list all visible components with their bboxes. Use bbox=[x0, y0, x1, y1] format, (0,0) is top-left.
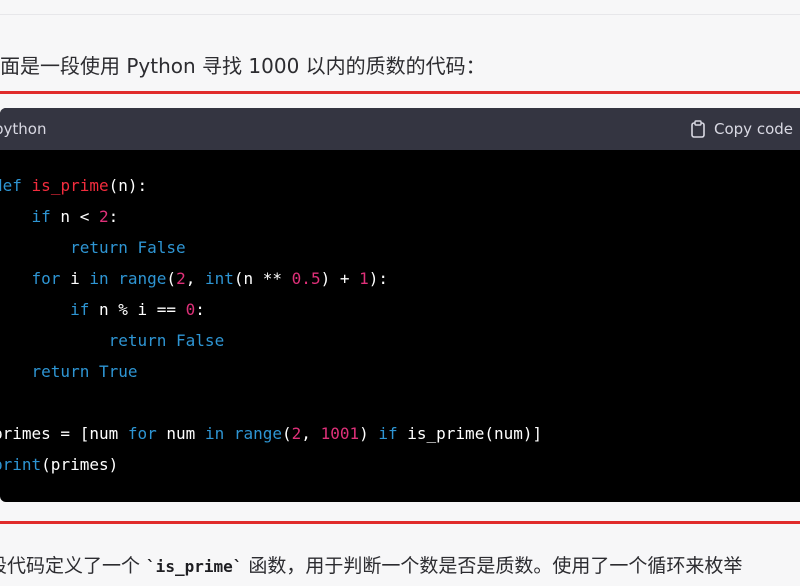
code-token: (primes) bbox=[41, 455, 119, 474]
code-token: 0 bbox=[185, 300, 196, 319]
code-token: ): bbox=[368, 269, 389, 288]
code-token: 1001 bbox=[320, 424, 360, 443]
explanation-text: 段代码定义了一个 `is_prime` 函数，用于判断一个数是否是质数。使用了一… bbox=[0, 551, 742, 582]
code-token: i bbox=[60, 269, 90, 288]
explanation-text-end: 函数，用于判断一个数是否是质数。使用了一个循环来枚举 bbox=[242, 555, 743, 577]
code-token: range bbox=[233, 424, 283, 443]
code-token: n % i == bbox=[89, 300, 186, 319]
code-token: for bbox=[31, 269, 61, 288]
explanation-text-start: 段代码定义了一个 bbox=[0, 555, 147, 577]
code-line: for i in range(2, int(n ** 0.5) + 1): bbox=[0, 263, 388, 294]
code-token: , bbox=[185, 269, 205, 288]
code-token: primes = [num bbox=[0, 424, 128, 443]
code-token: int bbox=[204, 269, 234, 288]
code-block: python Copy code def is_prime(n): if n <… bbox=[0, 108, 800, 502]
code-token: 2 bbox=[176, 269, 186, 288]
code-token: : bbox=[108, 207, 119, 226]
code-token: , bbox=[301, 424, 321, 443]
code-line: print(primes) bbox=[0, 449, 118, 480]
code-token: is_prime(num)] bbox=[397, 424, 543, 443]
code-token: 1 bbox=[359, 269, 369, 288]
code-token: in bbox=[89, 269, 109, 288]
highlight-rule-bottom bbox=[0, 521, 800, 524]
code-token: (n ** bbox=[233, 269, 292, 288]
code-token: 2 bbox=[98, 207, 109, 226]
code-token: ( bbox=[166, 269, 177, 288]
copy-code-label: Copy code bbox=[714, 120, 793, 138]
code-token: return bbox=[70, 238, 128, 257]
code-line: return False bbox=[0, 325, 225, 356]
code-token: : bbox=[195, 300, 205, 319]
code-token: in bbox=[204, 424, 225, 443]
inline-code: `is_prime` bbox=[146, 557, 243, 576]
code-token: if bbox=[378, 424, 398, 443]
copy-code-button[interactable]: Copy code bbox=[690, 117, 793, 141]
code-line: if n % i == 0: bbox=[0, 294, 205, 325]
code-token: False bbox=[176, 331, 225, 350]
code-token: True bbox=[98, 362, 138, 381]
code-token: ) + bbox=[320, 269, 360, 288]
intro-text: 面是一段使用 Python 寻找 1000 以内的质数的代码： bbox=[0, 54, 486, 78]
code-line: return False bbox=[0, 232, 186, 263]
code-token: ) bbox=[359, 424, 379, 443]
code-token: def bbox=[0, 176, 22, 195]
code-token: 0.5 bbox=[291, 269, 321, 288]
code-token: range bbox=[118, 269, 167, 288]
code-token: if bbox=[31, 207, 51, 226]
code-token: print bbox=[0, 455, 42, 474]
code-token: n < bbox=[50, 207, 99, 226]
code-token: for bbox=[127, 424, 157, 443]
divider bbox=[0, 14, 800, 15]
code-token: if bbox=[70, 300, 90, 319]
code-token: return bbox=[108, 331, 167, 350]
code-token: is_prime bbox=[31, 176, 109, 195]
chat-message-page: 面是一段使用 Python 寻找 1000 以内的质数的代码： python C… bbox=[0, 0, 800, 586]
code-token: (n): bbox=[108, 176, 148, 195]
code-token: return bbox=[31, 362, 90, 381]
code-line: def is_prime(n): bbox=[0, 170, 147, 201]
code-token: False bbox=[137, 238, 186, 257]
code-line: primes = [num for num in range(2, 1001) … bbox=[0, 418, 542, 449]
code-token: 2 bbox=[291, 424, 302, 443]
code-language-label: python bbox=[0, 120, 47, 138]
code-line: if n < 2: bbox=[0, 201, 119, 232]
code-token: num bbox=[156, 424, 205, 443]
clipboard-icon bbox=[691, 120, 705, 138]
code-token: ( bbox=[282, 424, 292, 443]
highlight-rule-top bbox=[0, 91, 800, 94]
code-line: return True bbox=[0, 356, 138, 387]
code-block-header: python Copy code bbox=[0, 108, 800, 150]
